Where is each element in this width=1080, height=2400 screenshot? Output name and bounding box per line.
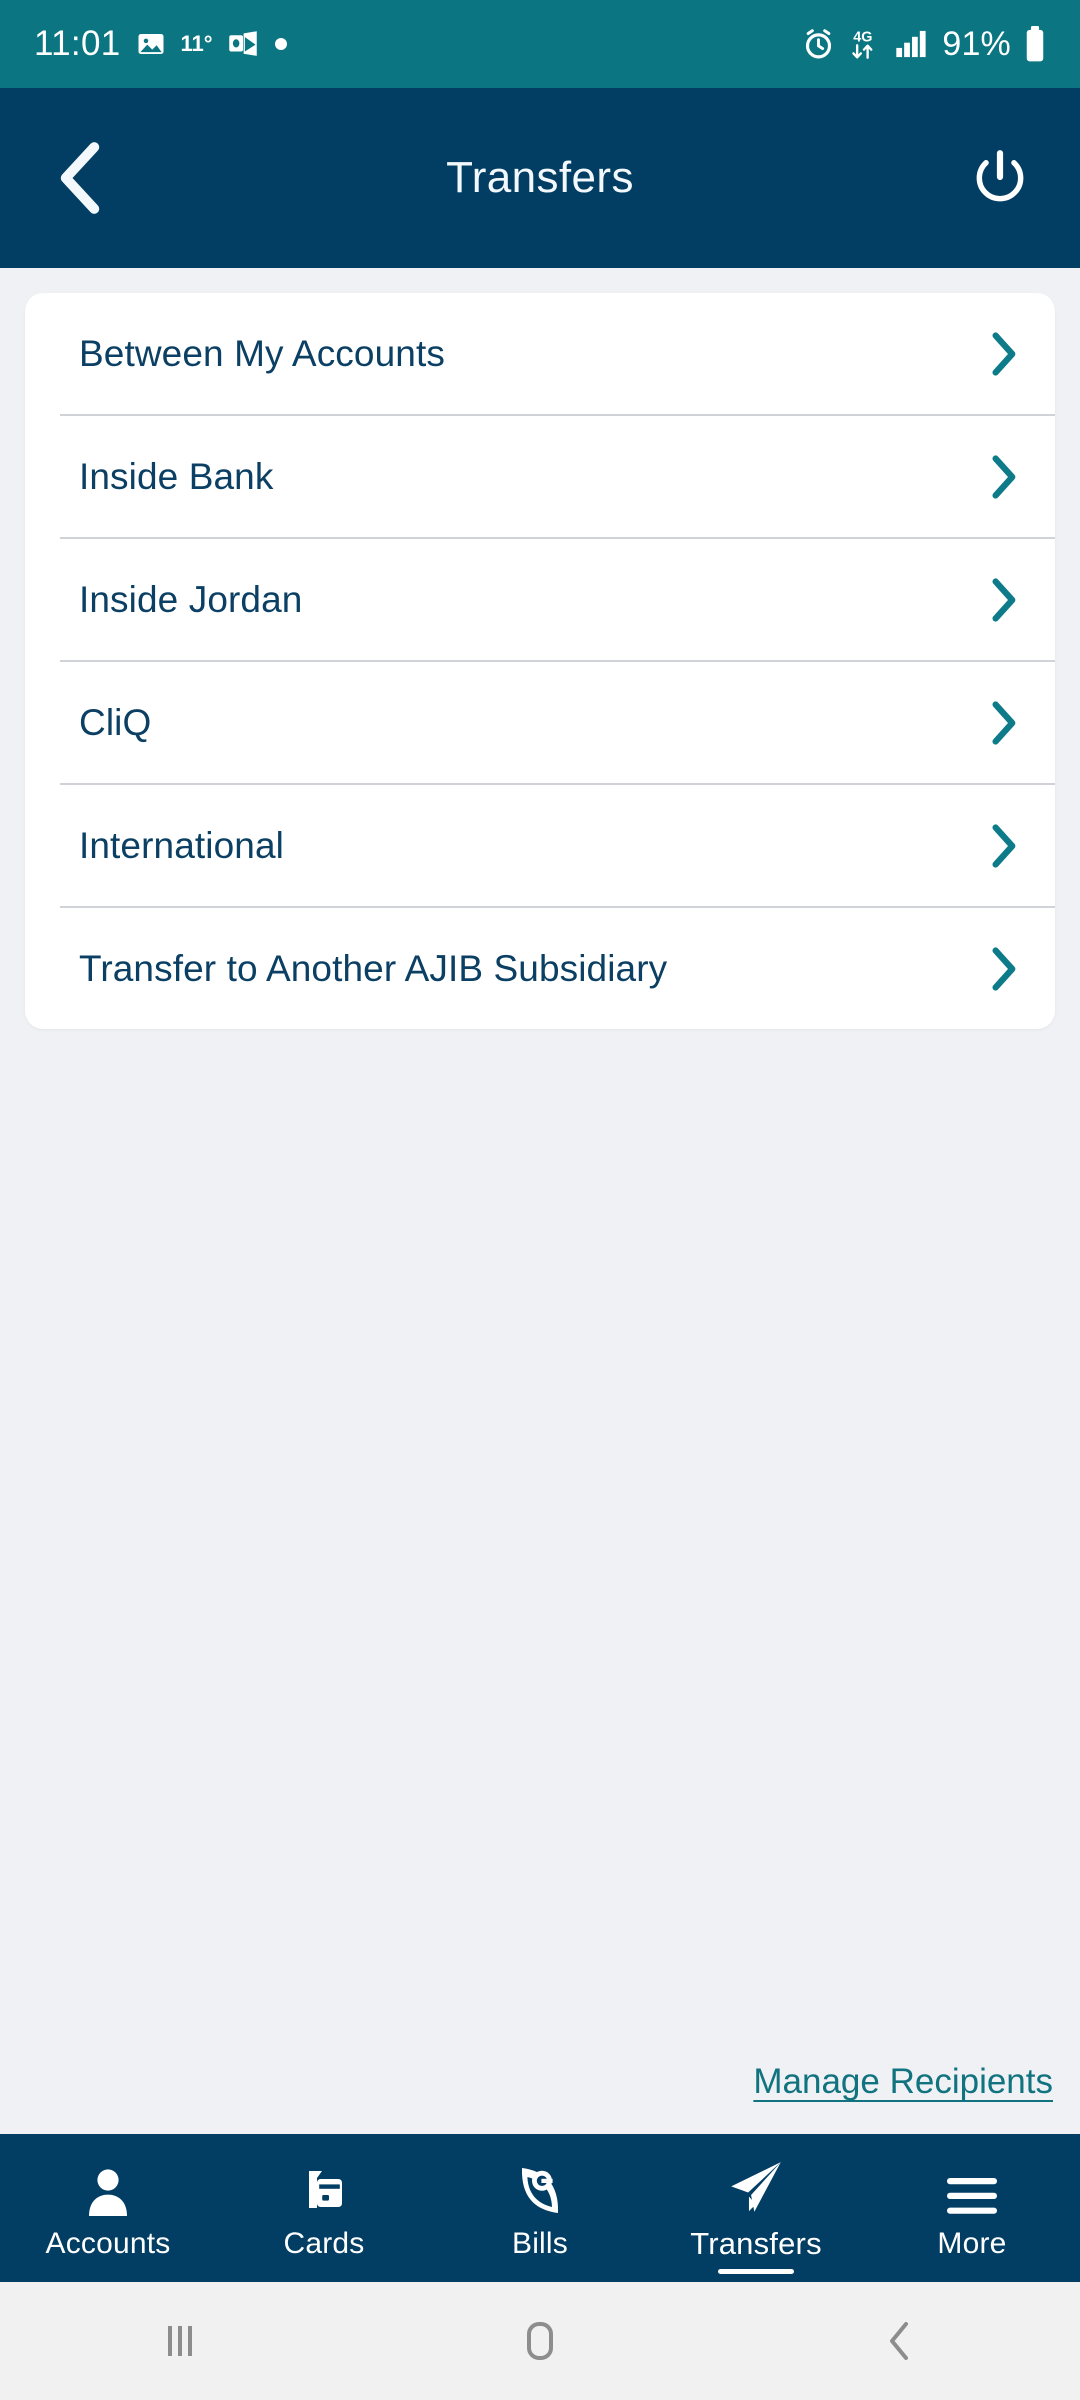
nav-item-bills[interactable]: Bills bbox=[432, 2134, 648, 2282]
nav-item-label: Transfers bbox=[690, 2225, 822, 2261]
status-bar: 11:01 11° 4G 91% bbox=[0, 0, 1080, 88]
svg-text:4G: 4G bbox=[854, 29, 873, 45]
chevron-right-icon bbox=[981, 453, 1025, 501]
transfer-option-label: International bbox=[79, 824, 284, 866]
manage-recipients-link[interactable]: Manage Recipients bbox=[753, 2062, 1053, 2101]
recents-button[interactable] bbox=[0, 2319, 360, 2363]
nav-item-label: Cards bbox=[283, 2226, 365, 2260]
transfer-option-label: Inside Jordan bbox=[79, 578, 303, 620]
page-title: Transfers bbox=[446, 153, 634, 202]
recents-icon bbox=[168, 2326, 192, 2356]
gallery-icon bbox=[136, 29, 166, 59]
nav-item-accounts[interactable]: Accounts bbox=[0, 2134, 216, 2282]
app-header: Transfers bbox=[0, 88, 1080, 268]
bottom-navigation: Accounts Cards Bills Transfers More bbox=[0, 2134, 1080, 2282]
transfer-option-label: Transfer to Another AJIB Subsidiary bbox=[79, 947, 668, 989]
person-icon bbox=[84, 2160, 132, 2218]
manage-recipients-container: Manage Recipients bbox=[753, 2062, 1053, 2102]
transfer-option-label: Between My Accounts bbox=[79, 332, 445, 374]
nav-item-transfers[interactable]: Transfers bbox=[648, 2134, 864, 2282]
transfer-option-international[interactable]: International bbox=[25, 785, 1055, 906]
alarm-icon bbox=[802, 28, 835, 61]
status-battery-percent: 91% bbox=[942, 24, 1011, 63]
nav-item-label: More bbox=[937, 2226, 1007, 2260]
data-transfer-icon: 4G bbox=[848, 27, 882, 61]
home-icon bbox=[527, 2322, 553, 2360]
chevron-right-icon bbox=[981, 945, 1025, 993]
active-tab-indicator bbox=[718, 2269, 794, 2274]
back-button[interactable] bbox=[720, 2317, 1080, 2365]
transfer-option-ajib-subsidiary[interactable]: Transfer to Another AJIB Subsidiary bbox=[25, 908, 1055, 1029]
status-bar-left: 11:01 11° bbox=[34, 24, 289, 64]
phone-screen: 11:01 11° 4G 91% Transfers Between My Ac… bbox=[0, 0, 1080, 2400]
battery-icon bbox=[1024, 26, 1046, 62]
nav-item-label: Bills bbox=[511, 2226, 568, 2260]
signal-icon bbox=[895, 29, 929, 59]
credit-card-icon bbox=[298, 2160, 350, 2218]
back-button[interactable] bbox=[34, 132, 126, 224]
dot-indicator-icon bbox=[273, 36, 289, 52]
page-content: Between My Accounts Inside Bank Inside J… bbox=[0, 268, 1080, 2134]
nav-item-label: Accounts bbox=[45, 2226, 171, 2260]
chevron-right-icon bbox=[981, 330, 1025, 378]
logout-button[interactable] bbox=[954, 132, 1046, 224]
chevron-right-icon bbox=[981, 699, 1025, 747]
status-temperature: 11° bbox=[180, 31, 213, 56]
status-clock: 11:01 bbox=[34, 24, 121, 63]
transfer-option-label: CliQ bbox=[79, 701, 152, 743]
transfer-option-label: Inside Bank bbox=[79, 455, 274, 497]
transfer-option-cliq[interactable]: CliQ bbox=[25, 662, 1055, 783]
chevron-left-icon bbox=[60, 142, 100, 214]
outlook-icon bbox=[228, 30, 258, 58]
transfer-option-inside-jordan[interactable]: Inside Jordan bbox=[25, 539, 1055, 660]
transfer-option-between-my-accounts[interactable]: Between My Accounts bbox=[25, 293, 1055, 414]
chevron-right-icon bbox=[981, 576, 1025, 624]
chevron-right-icon bbox=[981, 822, 1025, 870]
transfer-option-inside-bank[interactable]: Inside Bank bbox=[25, 416, 1055, 537]
back-icon bbox=[890, 2322, 908, 2360]
home-button[interactable] bbox=[360, 2317, 720, 2365]
transfer-options-card: Between My Accounts Inside Bank Inside J… bbox=[25, 293, 1055, 1029]
power-icon bbox=[976, 150, 1024, 202]
efawateercom-icon bbox=[515, 2160, 565, 2218]
hamburger-icon bbox=[945, 2160, 999, 2218]
android-system-navigation bbox=[0, 2282, 1080, 2400]
nav-item-more[interactable]: More bbox=[864, 2134, 1080, 2282]
nav-item-cards[interactable]: Cards bbox=[216, 2134, 432, 2282]
paper-plane-icon bbox=[725, 2159, 787, 2217]
status-bar-right: 4G 91% bbox=[802, 25, 1046, 64]
